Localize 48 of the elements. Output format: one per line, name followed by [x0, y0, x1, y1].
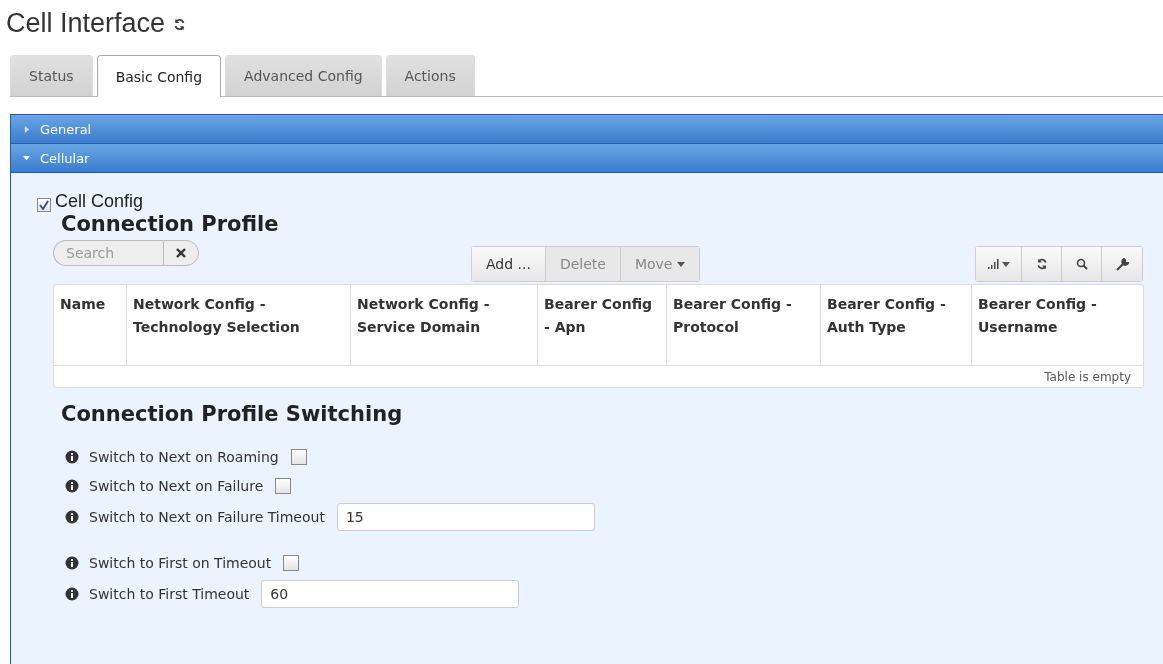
section-heading: Connection Profile	[61, 212, 280, 236]
checkbox[interactable]	[290, 448, 307, 465]
field-label: Switch to Next on Failure Timeout	[89, 509, 325, 525]
wrench-icon	[1115, 257, 1129, 271]
search-field[interactable]: Search	[53, 240, 163, 266]
field-label: Switch to Next on Roaming	[89, 448, 279, 465]
refresh-icon[interactable]	[173, 18, 187, 31]
search-icon	[1075, 258, 1088, 270]
checkbox-label: Cell Config	[55, 191, 144, 212]
page-title: Cell Interface	[6, 8, 166, 39]
caret-down-icon	[23, 154, 30, 162]
tab[interactable]: Status	[10, 55, 93, 96]
refresh-button[interactable]	[1022, 247, 1062, 281]
column-header[interactable]: Bearer Config - Apn	[538, 285, 667, 365]
info-icon[interactable]	[65, 478, 79, 493]
column-header[interactable]: Bearer Config - Auth Type	[821, 285, 972, 365]
tab[interactable]: Actions	[385, 55, 475, 96]
column-header[interactable]: Bearer Config - Protocol	[667, 285, 821, 365]
section-heading: Connection Profile Switching	[61, 402, 404, 426]
search-button[interactable]	[1062, 247, 1102, 281]
column-header[interactable]: Network Config - Technology Selection	[127, 285, 351, 365]
info-icon[interactable]	[65, 587, 79, 601]
input-field[interactable]: 15	[336, 503, 595, 531]
caret-right-icon	[23, 125, 30, 133]
table-status: Table is empty	[1044, 370, 1131, 384]
input-field[interactable]: 60	[261, 580, 520, 608]
column-header[interactable]: Network Config - Service Domain	[351, 285, 538, 365]
column-header[interactable]: Name	[54, 285, 127, 365]
checkbox[interactable]	[37, 197, 51, 212]
info-icon[interactable]	[65, 510, 79, 524]
close-icon	[176, 248, 186, 258]
field-label: Switch to First on Timeout	[89, 554, 272, 571]
bars-icon	[987, 259, 999, 269]
info-icon[interactable]	[65, 449, 79, 464]
columns-button[interactable]	[976, 247, 1022, 281]
tab[interactable]: Basic Config	[96, 55, 222, 97]
refresh-icon	[1035, 258, 1048, 270]
settings-button[interactable]	[1102, 247, 1142, 281]
field-label: Switch to Next on Failure	[89, 477, 264, 494]
caret-icon	[1002, 261, 1010, 267]
checkbox[interactable]	[283, 554, 300, 571]
field-label: Switch to First Timeout	[89, 586, 250, 602]
column-header[interactable]: Bearer Config - Username	[972, 285, 1143, 365]
checkbox[interactable]	[275, 477, 292, 494]
info-icon[interactable]	[65, 555, 79, 570]
tab[interactable]: Advanced Config	[225, 55, 382, 96]
clear-button[interactable]	[163, 240, 199, 266]
toolbar-button[interactable]: Add ...	[472, 247, 546, 281]
